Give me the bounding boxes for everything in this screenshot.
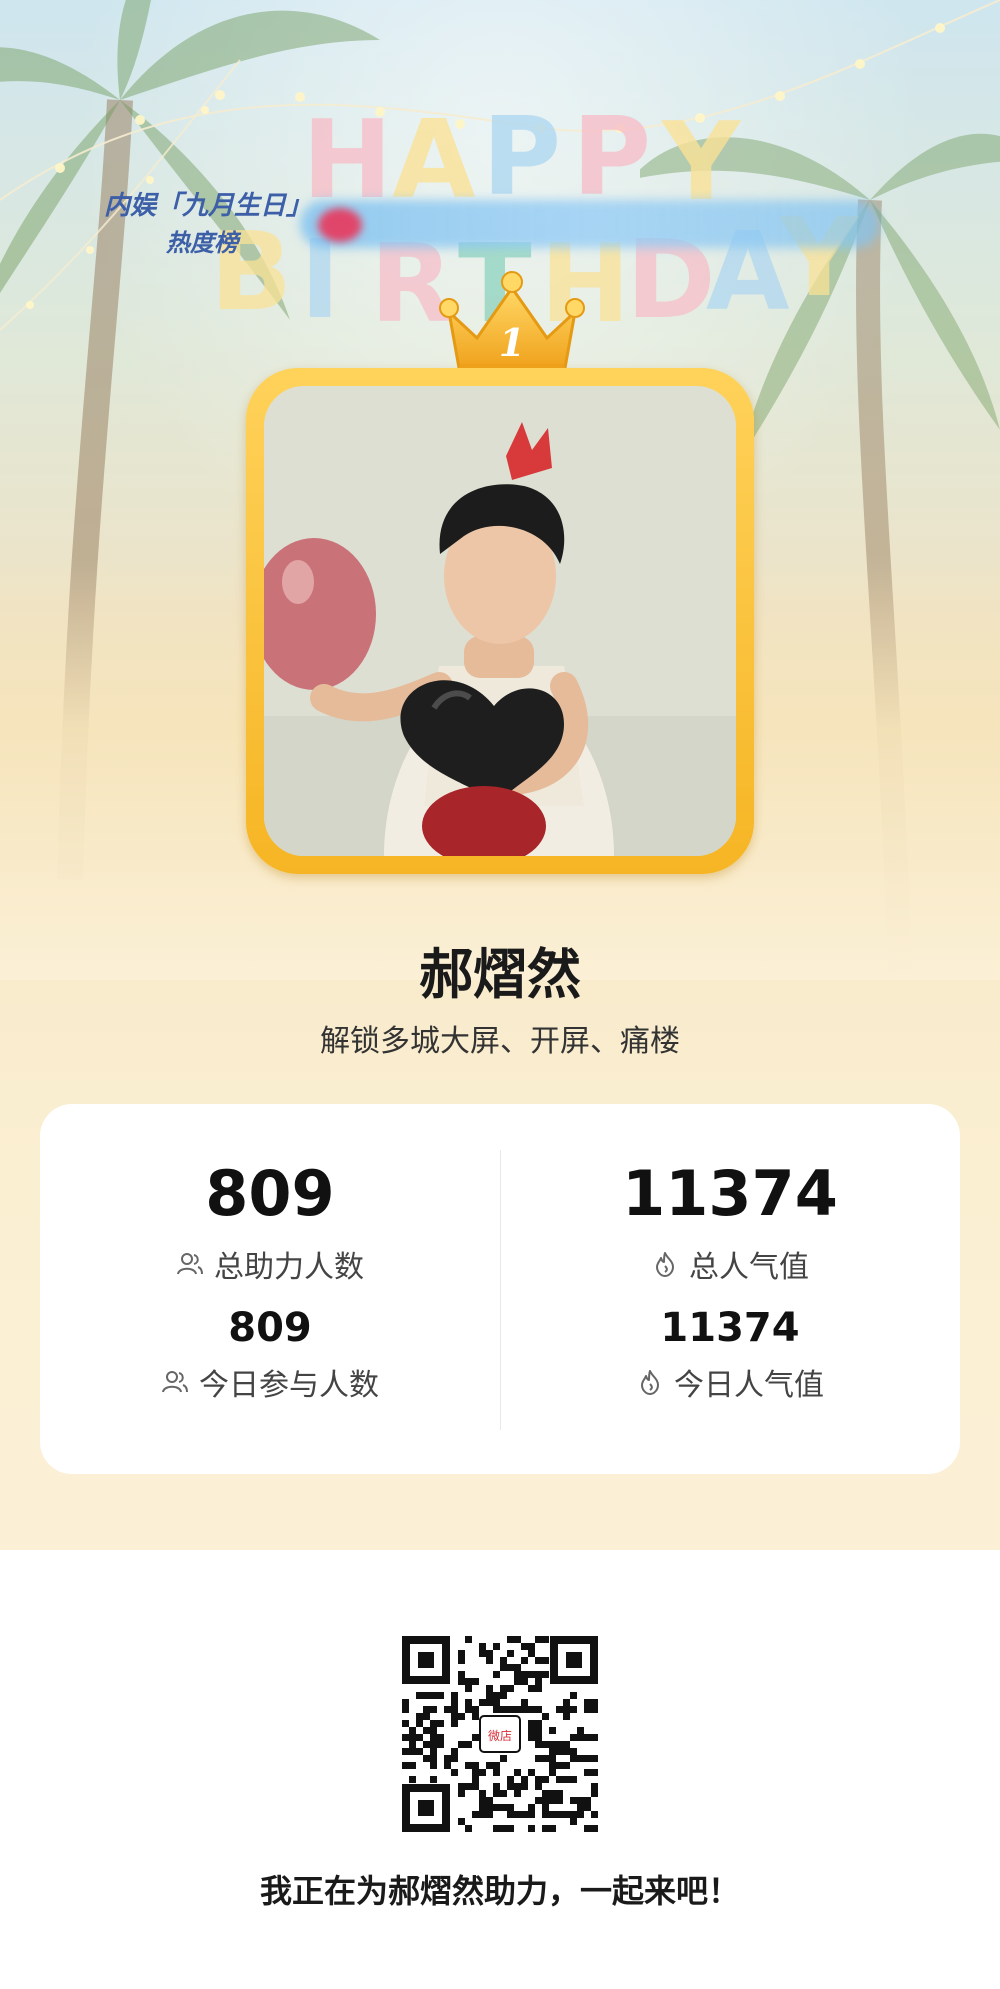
unlock-rewards-subtitle: 解锁多城大屏、开屏、痛楼 [320, 1024, 680, 1059]
event-logo: 内娱「九月生日」 热度榜 [96, 183, 312, 263]
flame-icon [656, 1252, 674, 1277]
total-popularity-label: 总人气值 [689, 1250, 809, 1285]
stat-today-participants: 809 今日参与人数 [40, 1304, 500, 1404]
today-participants-value: 809 [228, 1305, 312, 1351]
today-popularity-label: 今日人气值 [674, 1368, 824, 1403]
stat-total-popularity: 11374 总人气值 [500, 1158, 960, 1286]
stat-today-popularity: 11374 今日人气值 [500, 1304, 960, 1404]
total-supporters-label-row: 总助力人数 [40, 1242, 500, 1286]
event-logo-line1: 内娱「九月生日」 [104, 191, 313, 221]
person-name: 郝熠然 [419, 943, 581, 1006]
blurred-caption [300, 200, 880, 248]
total-supporters-value: 809 [205, 1157, 335, 1230]
total-popularity-value: 11374 [622, 1157, 838, 1230]
crown-icon: 1 [439, 271, 585, 376]
support-call-to-action: 我正在为郝熠然助力，一起来吧！ [259, 1872, 740, 1910]
qr-center-label: 微店 [488, 1729, 512, 1743]
today-popularity-label-row: 今日人气值 [500, 1360, 960, 1404]
profile-photo [264, 386, 736, 856]
people-icon [162, 1371, 188, 1393]
stat-total-supporters: 809 总助力人数 [40, 1158, 500, 1286]
today-popularity-value: 11374 [660, 1305, 800, 1351]
today-participants-label: 今日参与人数 [199, 1368, 379, 1403]
today-participants-label-row: 今日参与人数 [40, 1360, 500, 1404]
blurred-emblem [318, 208, 362, 242]
rank-number: 1 [499, 320, 525, 365]
people-icon [177, 1253, 203, 1275]
total-supporters-label: 总助力人数 [214, 1250, 364, 1285]
qr-code[interactable]: 微店 [402, 1636, 598, 1832]
stats-card: 809 总助力人数 11374 总人气值 809 今日参与人数 11374 今日… [40, 1104, 960, 1474]
flame-icon [641, 1370, 659, 1395]
banner-background: H A P P Y B I R T H D A Y 内娱「九月生日」 热度榜 1 [0, 0, 1000, 1550]
event-logo-line2: 热度榜 [166, 228, 238, 257]
total-popularity-label-row: 总人气值 [500, 1242, 960, 1286]
